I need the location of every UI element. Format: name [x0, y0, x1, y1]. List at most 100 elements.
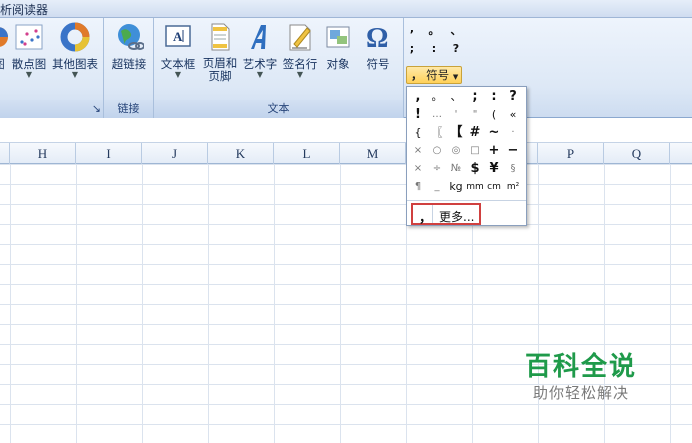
grid-line — [274, 164, 275, 443]
symbol-cell[interactable]: ~ — [485, 125, 503, 141]
signature-line-button[interactable]: 签名行 ▼ — [280, 22, 320, 96]
header-footer-button[interactable]: 页眉和 页脚 — [200, 22, 240, 96]
column-header-i[interactable]: I — [76, 143, 142, 164]
symbol-cell[interactable]: □ — [466, 143, 484, 159]
symbol-cell[interactable]: 。 — [428, 89, 446, 105]
column-header-q[interactable]: Q — [604, 143, 670, 164]
symbol-cell[interactable]: _ — [428, 179, 446, 195]
gallery-symbol[interactable]: 、 — [450, 22, 462, 38]
symbol-cell[interactable]: ○ — [428, 143, 446, 159]
column-header-k[interactable]: K — [208, 143, 274, 164]
app-title: 析阅读器 — [0, 3, 49, 17]
symbol-cell[interactable]: # — [466, 125, 484, 141]
symbol-button[interactable]: Ω 符号 — [358, 22, 398, 96]
symbol-cell[interactable]: ; — [466, 89, 484, 105]
symbol-cell[interactable]: × — [409, 161, 427, 177]
column-header-m[interactable]: M — [340, 143, 406, 164]
symbol-cell[interactable]: − — [504, 143, 522, 159]
chevron-down-icon: ▼ — [71, 70, 79, 79]
symbol-cell[interactable]: , — [409, 89, 427, 105]
omega-symbol-icon: Ω — [366, 23, 388, 52]
watermark-subtitle: 助你轻松解决 — [532, 384, 629, 402]
links-group-label: 链接 — [104, 100, 153, 118]
symbol-cell[interactable]: · — [504, 125, 522, 141]
symbol-cell[interactable]: ? — [504, 89, 522, 105]
grid-line — [76, 164, 77, 443]
donut-chart-icon — [60, 22, 90, 52]
hyperlink-globe-icon — [118, 24, 144, 50]
links-group: 超链接 链接 — [104, 18, 154, 118]
grid-line — [208, 164, 209, 443]
object-button[interactable]: 对象 — [320, 22, 356, 96]
menu-separator — [407, 200, 526, 201]
column-header-l[interactable]: L — [274, 143, 340, 164]
gallery-symbol[interactable]: 。 — [428, 22, 440, 38]
symbol-cell[interactable]: « — [504, 107, 522, 123]
column-header-partial[interactable] — [0, 143, 10, 164]
gallery-symbol[interactable]: , — [406, 22, 418, 35]
symbol-cell[interactable]: + — [485, 143, 503, 159]
symbol-cell[interactable]: $ — [466, 161, 484, 177]
column-header-j[interactable]: J — [142, 143, 208, 164]
grid-line — [10, 164, 11, 443]
watermark-title: 百科全说 — [524, 352, 637, 382]
wordart-icon — [251, 25, 266, 49]
textbox-icon: A — [165, 25, 191, 47]
svg-text:Ω: Ω — [366, 23, 388, 52]
grid-line — [340, 164, 341, 443]
textbox-button[interactable]: A 文本框 ▼ — [156, 22, 200, 96]
ribbon: 图 散点图 ▼ 其他图表 ▼ ↘ — [0, 18, 692, 118]
symbol-cell[interactable]: m² — [504, 179, 522, 195]
symbol-cell[interactable]: ÷ — [428, 161, 446, 177]
watermark: 百科全说 助你轻松解决 — [516, 352, 646, 404]
symbol-cell[interactable]: 、 — [447, 89, 465, 105]
chart-button[interactable]: 图 — [0, 22, 10, 96]
text-group-label: 文本 — [154, 100, 403, 118]
object-icon — [326, 26, 350, 48]
chevron-down-icon: ▼ — [296, 70, 304, 79]
text-group: A 文本框 ▼ 页眉和 页脚 艺术字 ▼ 签名行 ▼ 对象 Ω 符号 文本 — [154, 18, 404, 118]
grid-line — [142, 164, 143, 443]
symbol-cell[interactable]: ( — [485, 107, 503, 123]
column-header-row: H I J K L M P Q — [0, 143, 692, 164]
symbol-cell[interactable]: ¶ — [409, 179, 427, 195]
grid-line — [670, 164, 671, 443]
symbol-cell[interactable]: § — [504, 161, 522, 177]
symbol-cell[interactable]: 〖 — [428, 125, 446, 141]
symbol-cell[interactable]: { — [409, 125, 427, 141]
scatter-chart-icon — [15, 24, 43, 50]
symbol-cell[interactable]: … — [428, 107, 446, 123]
column-header-r[interactable] — [670, 143, 692, 164]
svg-text:A: A — [173, 29, 183, 44]
gallery-symbol[interactable]: ; — [406, 42, 418, 55]
symbol-cell[interactable]: cm — [485, 179, 503, 195]
symbol-cell[interactable]: × — [409, 143, 427, 159]
symbol-cell[interactable]: " — [466, 107, 484, 123]
column-header-p[interactable]: P — [538, 143, 604, 164]
scatter-chart-button[interactable]: 散点图 ▼ — [10, 22, 48, 96]
symbol-cell[interactable]: ' — [447, 107, 465, 123]
gallery-symbol[interactable]: ? — [450, 42, 462, 55]
symbol-cell[interactable]: kg — [447, 179, 465, 195]
hyperlink-button[interactable]: 超链接 — [108, 22, 150, 96]
symbol-cell[interactable]: 【 — [447, 125, 465, 141]
symbol-cell[interactable]: ¥ — [485, 161, 503, 177]
symbol-gallery: , 。 、 ; : ? — [406, 20, 468, 62]
dialog-launcher-icon[interactable]: ↘ — [0, 100, 103, 118]
symbol-cell[interactable]: mm — [466, 179, 484, 195]
signature-line-icon — [289, 24, 311, 51]
symbol-cell[interactable]: № — [447, 161, 465, 177]
more-symbols-button[interactable]: ， 更多... — [411, 203, 481, 226]
special-symbol-dropdown-button[interactable]: ， 符号 ▼ — [406, 66, 462, 84]
formula-bar[interactable] — [0, 119, 692, 143]
title-bar: 析阅读器 — [0, 0, 692, 18]
symbol-cell[interactable]: ◎ — [447, 143, 465, 159]
chevron-down-icon: ▼ — [256, 70, 264, 79]
column-header-h[interactable]: H — [10, 143, 76, 164]
other-charts-button[interactable]: 其他图表 ▼ — [50, 22, 100, 96]
wordart-button[interactable]: 艺术字 ▼ — [240, 22, 280, 96]
symbol-cell[interactable]: : — [485, 89, 503, 105]
gallery-symbol[interactable]: : — [428, 42, 440, 55]
symbol-cell[interactable]: ! — [409, 107, 427, 123]
header-footer-icon — [211, 23, 230, 51]
